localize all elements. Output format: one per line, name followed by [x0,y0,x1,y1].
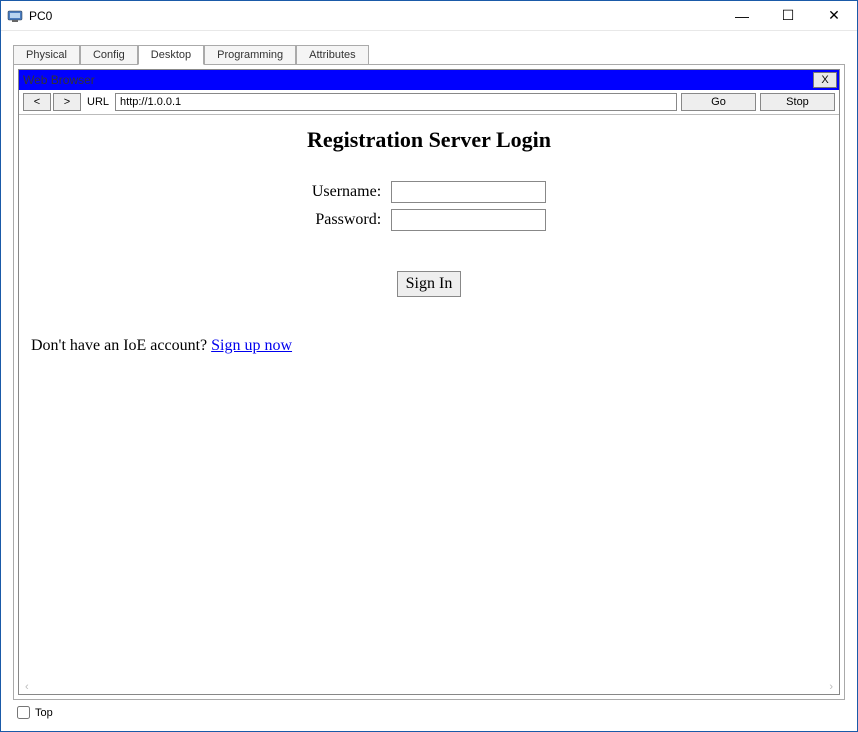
stop-button[interactable]: Stop [760,93,835,111]
horizontal-scrollbar[interactable]: ‹ › [19,680,839,694]
scroll-right-icon: › [829,681,833,693]
web-browser-panel: Web Browser X < > URL Go Stop Registrati… [18,69,840,695]
url-label: URL [87,96,109,108]
window-controls: — ☐ ✕ [719,1,857,31]
desktop-tab-content: Web Browser X < > URL Go Stop Registrati… [13,65,845,700]
browser-close-button[interactable]: X [813,72,837,88]
app-window: PC0 — ☐ ✕ Physical Config Desktop Progra… [0,0,858,732]
close-button[interactable]: ✕ [811,1,857,31]
password-input[interactable] [391,209,546,231]
window-body: Physical Config Desktop Programming Attr… [1,31,857,731]
url-input[interactable] [115,93,677,111]
footer: Top [13,700,845,719]
signup-prompt: Don't have an IoE account? [31,337,211,354]
back-button[interactable]: < [23,93,51,111]
browser-titlebar: Web Browser X [19,70,839,90]
tab-attributes[interactable]: Attributes [296,45,368,64]
sign-in-button[interactable]: Sign In [397,271,462,297]
signup-line: Don't have an IoE account? Sign up now [31,337,827,355]
login-form: Username: Password: [306,177,552,235]
username-label: Username: [308,179,385,205]
browser-content: Registration Server Login Username: Pass… [19,114,839,680]
browser-title: Web Browser [23,73,95,87]
tab-strip: Physical Config Desktop Programming Attr… [13,43,845,65]
tab-config[interactable]: Config [80,45,138,64]
tab-programming[interactable]: Programming [204,45,296,64]
top-checkbox[interactable] [17,706,30,719]
minimize-button[interactable]: — [719,1,765,31]
app-icon [7,8,23,24]
forward-button[interactable]: > [53,93,81,111]
browser-toolbar: < > URL Go Stop [19,90,839,114]
titlebar: PC0 — ☐ ✕ [1,1,857,31]
scroll-left-icon: ‹ [25,681,29,693]
tab-desktop[interactable]: Desktop [138,45,204,65]
password-label: Password: [308,207,385,233]
maximize-button[interactable]: ☐ [765,1,811,31]
page-heading: Registration Server Login [31,127,827,153]
go-button[interactable]: Go [681,93,756,111]
top-label: Top [35,707,53,719]
username-input[interactable] [391,181,546,203]
login-page: Registration Server Login Username: Pass… [19,115,839,367]
window-title: PC0 [29,9,719,23]
tab-physical[interactable]: Physical [13,45,80,64]
sign-up-link[interactable]: Sign up now [211,337,292,354]
